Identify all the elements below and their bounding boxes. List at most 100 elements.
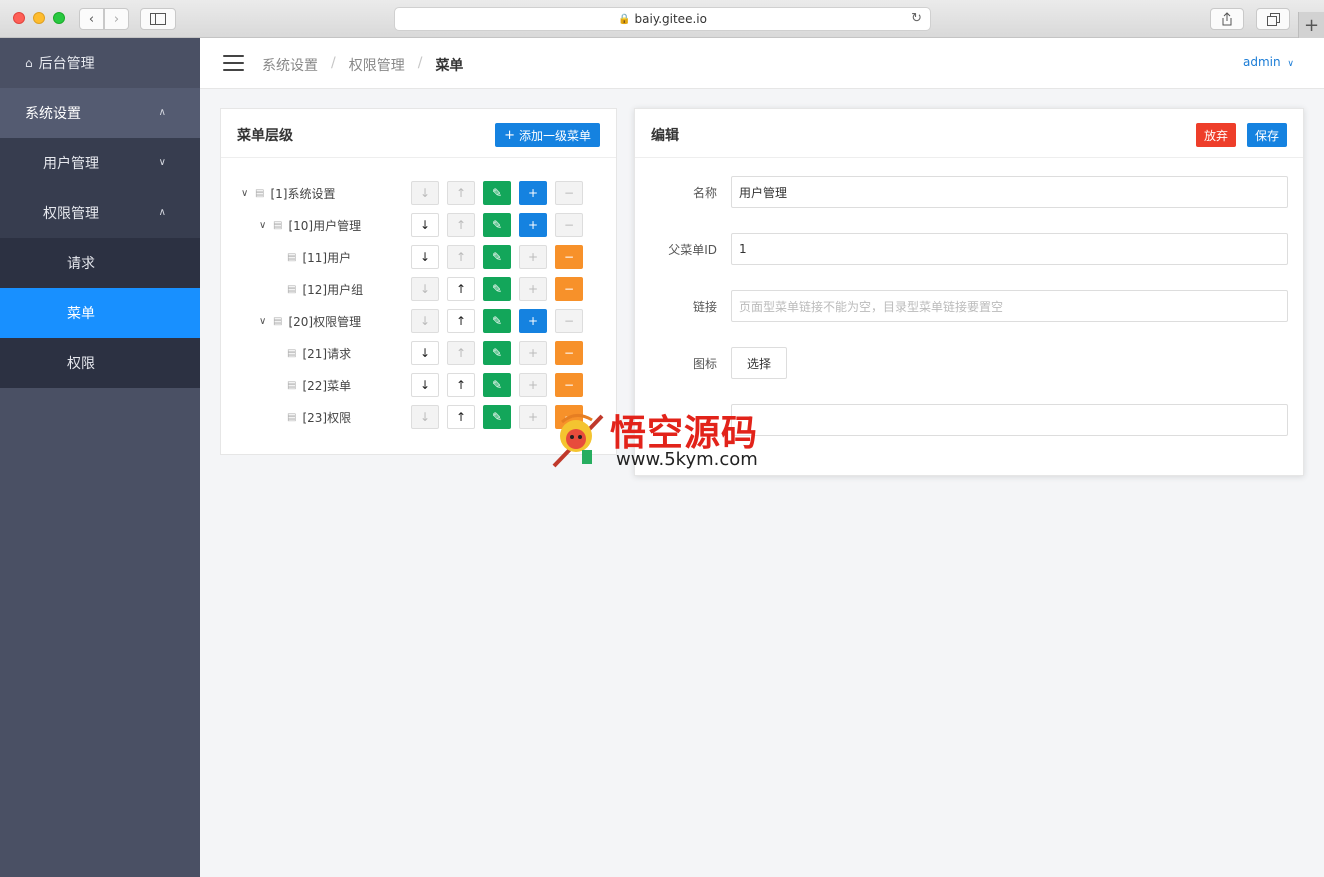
chevron-down-icon[interactable]: ∨ <box>241 188 253 199</box>
add-child-button: + <box>519 277 547 301</box>
edit-button[interactable]: ✎ <box>483 277 511 301</box>
sidebar-item-menu[interactable]: 菜单 <box>0 288 200 338</box>
user-menu[interactable]: admin ∨ <box>1243 55 1294 69</box>
top-header: 系统设置 / 权限管理 / 菜单 admin ∨ <box>200 38 1324 89</box>
tree-node-label: [22]菜单 <box>302 379 352 393</box>
tab-overview-button[interactable] <box>1256 8 1290 30</box>
tree-node: ▤ [11]用户 ↓ ↑ ✎ + − <box>221 241 618 273</box>
icon-label: 图标 <box>692 357 717 371</box>
arrow-down-icon: ↓ <box>419 314 431 328</box>
chevron-down-icon[interactable]: ∨ <box>259 220 271 231</box>
sidebar-item-request[interactable]: 请求 <box>0 238 200 288</box>
pencil-icon: ✎ <box>491 346 503 360</box>
plus-icon: + <box>527 186 539 200</box>
choose-icon-button[interactable]: 选择 <box>731 347 787 379</box>
tree-node-label-wrap[interactable]: ▤ [21]请求 <box>287 345 351 362</box>
move-up-button[interactable]: ↑ <box>447 309 475 333</box>
document-icon: ▤ <box>255 188 265 199</box>
card-title: 编辑 <box>651 128 679 144</box>
chevron-down-icon: ∨ <box>1287 59 1294 69</box>
tree-node-label-wrap[interactable]: ▤ [12]用户组 <box>287 281 363 298</box>
watermark-logo: 悟空源码 www.5kym.com <box>548 402 778 474</box>
chevron-left-icon: ‹ <box>88 11 95 27</box>
delete-button[interactable]: − <box>555 373 583 397</box>
delete-button[interactable]: − <box>555 341 583 365</box>
discard-button[interactable]: 放弃 <box>1196 123 1236 147</box>
forward-button[interactable]: › <box>104 8 129 30</box>
arrow-up-icon: ↑ <box>455 410 467 424</box>
tree-node-label: [1]系统设置 <box>270 187 336 201</box>
home-icon: ⌂ <box>25 56 33 70</box>
edit-button[interactable]: ✎ <box>483 341 511 365</box>
tree-node-label: [21]请求 <box>302 347 352 361</box>
edit-button[interactable]: ✎ <box>483 373 511 397</box>
parent-id-field[interactable]: 1 <box>731 233 1288 265</box>
add-child-button: + <box>519 405 547 429</box>
new-tab-button[interactable]: + <box>1298 12 1324 38</box>
tree-node-actions: ↓ ↑ ✎ + − <box>411 181 591 205</box>
arrow-down-icon: ↓ <box>419 282 431 296</box>
add-child-button: + <box>519 341 547 365</box>
close-window-button[interactable] <box>13 12 25 24</box>
tree-node-label-wrap[interactable]: ∨ ▤ [1]系统设置 <box>241 185 335 202</box>
move-up-button[interactable]: ↑ <box>447 405 475 429</box>
breadcrumb-item[interactable]: 系统设置 <box>262 55 318 75</box>
arrow-down-icon: ↓ <box>419 218 431 232</box>
reload-icon[interactable]: ↻ <box>911 11 922 26</box>
share-button[interactable] <box>1210 8 1244 30</box>
lock-icon: 🔒 <box>618 13 631 25</box>
tree-node-label: [11]用户 <box>302 251 352 265</box>
edit-button[interactable]: ✎ <box>483 181 511 205</box>
move-down-button[interactable]: ↓ <box>411 341 439 365</box>
tree-node-actions: ↓ ↑ ✎ + − <box>411 245 591 269</box>
plus-icon: + <box>527 218 539 232</box>
add-child-button[interactable]: + <box>519 309 547 333</box>
add-child-button[interactable]: + <box>519 181 547 205</box>
breadcrumb-item[interactable]: 权限管理 <box>349 55 405 75</box>
delete-button[interactable]: − <box>555 277 583 301</box>
tree-node-label-wrap[interactable]: ▤ [23]权限 <box>287 409 351 426</box>
sidebar-item-label: 用户管理 <box>43 156 99 172</box>
delete-button[interactable]: − <box>555 245 583 269</box>
move-down-button[interactable]: ↓ <box>411 245 439 269</box>
sidebar-item-permission-management[interactable]: 权限管理 ∧ <box>0 188 200 238</box>
add-child-button[interactable]: + <box>519 213 547 237</box>
sidebar-item-user-management[interactable]: 用户管理 ∨ <box>0 138 200 188</box>
tree-node-label-wrap[interactable]: ∨ ▤ [10]用户管理 <box>259 217 361 234</box>
move-up-button[interactable]: ↑ <box>447 373 475 397</box>
tree-node-label-wrap[interactable]: ∨ ▤ [20]权限管理 <box>259 313 361 330</box>
edit-button[interactable]: ✎ <box>483 213 511 237</box>
link-field[interactable]: 页面型菜单链接不能为空，目录型菜单链接要置空 <box>731 290 1288 322</box>
url-text: baiy.gitee.io <box>634 12 707 26</box>
sidebar-item-permission[interactable]: 权限 <box>0 338 200 388</box>
sidebar-item-system-settings[interactable]: 系统设置 ∧ <box>0 88 200 138</box>
name-field[interactable]: 用户管理 <box>731 176 1288 208</box>
chevron-down-icon[interactable]: ∨ <box>259 316 271 327</box>
add-top-menu-button[interactable]: + 添加一级菜单 <box>495 123 600 147</box>
tree-node-label-wrap[interactable]: ▤ [11]用户 <box>287 249 351 266</box>
fullscreen-window-button[interactable] <box>53 12 65 24</box>
address-bar[interactable]: 🔒 baiy.gitee.io ↻ <box>394 7 931 31</box>
move-down-button[interactable]: ↓ <box>411 213 439 237</box>
move-up-button[interactable]: ↑ <box>447 277 475 301</box>
sidebar-item-home[interactable]: ⌂ 后台管理 <box>0 38 200 88</box>
move-up-button: ↑ <box>447 245 475 269</box>
button-label: 添加一级菜单 <box>518 128 591 143</box>
move-down-button[interactable]: ↓ <box>411 373 439 397</box>
extra-field[interactable] <box>731 404 1288 436</box>
monkey-logo-icon <box>552 414 604 468</box>
edit-button[interactable]: ✎ <box>483 309 511 333</box>
hamburger-menu-icon[interactable] <box>223 55 244 71</box>
document-icon: ▤ <box>287 380 297 391</box>
form-row-name: 名称 用户管理 <box>635 176 1305 210</box>
back-button[interactable]: ‹ <box>79 8 104 30</box>
minimize-window-button[interactable] <box>33 12 45 24</box>
save-button[interactable]: 保存 <box>1247 123 1287 147</box>
move-down-button: ↓ <box>411 277 439 301</box>
edit-button[interactable]: ✎ <box>483 245 511 269</box>
edit-button[interactable]: ✎ <box>483 405 511 429</box>
tree-node-label-wrap[interactable]: ▤ [22]菜单 <box>287 377 351 394</box>
sidebar-toggle-button[interactable] <box>140 8 176 30</box>
tree-node-actions: ↓ ↑ ✎ + − <box>411 373 591 397</box>
arrow-up-icon: ↑ <box>455 186 467 200</box>
